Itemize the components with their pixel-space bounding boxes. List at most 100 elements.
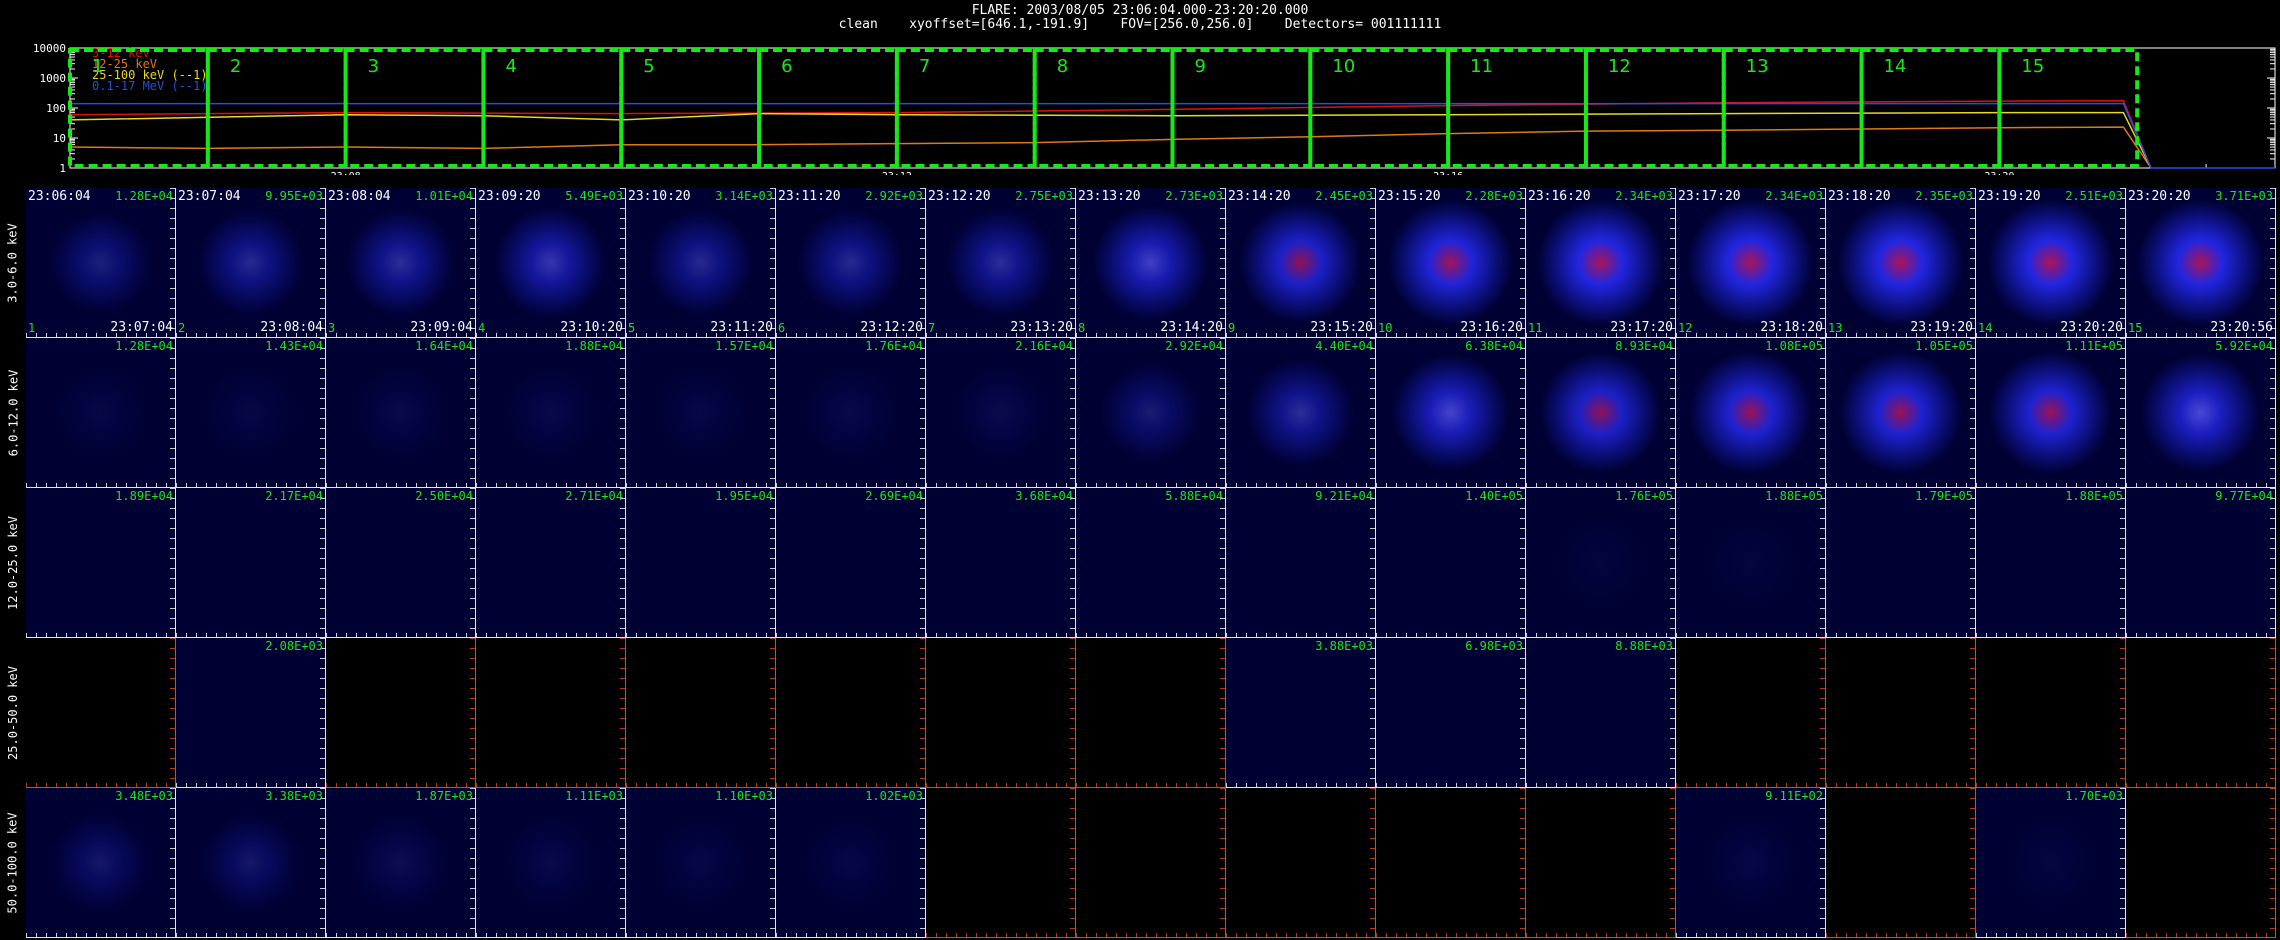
max-value-label: 2.34E+03 (1615, 189, 1673, 203)
empty-image-cell (1226, 788, 1376, 938)
axis-ticks (920, 788, 925, 937)
max-value-label: 2.92E+03 (865, 189, 923, 203)
energy-band-label: 50.0-100.0 keV (0, 788, 26, 938)
max-value-label: 2.69E+04 (865, 489, 923, 503)
axis-ticks (1826, 483, 1975, 487)
interval-number: 9 (1195, 56, 1206, 77)
axis-ticks (1226, 633, 1375, 637)
max-value-label: 1.87E+03 (415, 789, 473, 803)
axis-ticks (1520, 188, 1525, 337)
interval-box (1308, 48, 1451, 168)
interval-number: 15 (2021, 56, 2044, 77)
image-cell: 1.79E+05 (1826, 488, 1976, 638)
source-emission (1226, 338, 1375, 487)
max-value-label: 1.57E+04 (715, 339, 773, 353)
max-value-label: 1.88E+05 (1765, 489, 1823, 503)
source-emission (1076, 188, 1225, 337)
axis-ticks (1976, 783, 2125, 787)
interval-end-time: 23:18:20 (1760, 320, 1823, 335)
source-emission (176, 338, 325, 487)
axis-ticks (2120, 788, 2125, 937)
source-emission (1526, 488, 1675, 637)
image-cell: 1.40E+05 (1376, 488, 1526, 638)
image-cell: 2.16E+04 (926, 338, 1076, 488)
source-emission (1376, 338, 1525, 487)
image-cell: 1.70E+03 (1976, 788, 2126, 938)
interval-box (1446, 48, 1588, 168)
empty-image-cell (1376, 788, 1526, 938)
axis-ticks (770, 488, 775, 637)
axis-ticks (1370, 788, 1375, 937)
source-emission (626, 788, 775, 937)
energy-band-label: 6.0-12.0 keV (0, 338, 26, 488)
max-value-label: 3.88E+03 (1315, 639, 1373, 653)
source-emission (1676, 488, 1825, 637)
axis-ticks (920, 488, 925, 637)
axis-ticks (170, 638, 175, 787)
interval-start-time: 23:07:04 (178, 189, 241, 204)
max-value-label: 2.51E+03 (2065, 189, 2123, 203)
source-emission (2126, 338, 2275, 487)
interval-start-time: 23:16:20 (1528, 189, 1591, 204)
interval-start-time: 23:15:20 (1378, 189, 1441, 204)
axis-ticks (1376, 933, 1525, 937)
interval-index: 8 (1078, 321, 1086, 335)
axis-ticks (470, 338, 475, 487)
axis-ticks (1520, 338, 1525, 487)
axis-ticks (2120, 188, 2125, 337)
axis-ticks (470, 638, 475, 787)
axis-ticks (1370, 338, 1375, 487)
axis-ticks (2270, 638, 2275, 787)
interval-start-time: 23:12:20 (928, 189, 991, 204)
interval-end-time: 23:08:04 (260, 320, 323, 335)
image-cell: 5.92E+04 (2126, 338, 2276, 488)
max-value-label: 8.88E+03 (1615, 639, 1673, 653)
max-value-label: 1.88E+04 (565, 339, 623, 353)
empty-image-cell (626, 638, 776, 788)
x-tick-label: 23:16 (1433, 171, 1463, 175)
empty-image-cell (26, 638, 176, 788)
axis-ticks (1226, 783, 1375, 787)
image-cell: 2.50E+04 (326, 488, 476, 638)
axis-ticks (1826, 783, 1975, 787)
max-value-label: 1.79E+05 (1915, 489, 1973, 503)
source-emission (926, 188, 1075, 337)
axis-ticks (926, 783, 1075, 787)
axis-ticks (320, 188, 325, 337)
max-value-label: 2.28E+03 (1465, 189, 1523, 203)
interval-end-time: 23:14:20 (1160, 320, 1223, 335)
source-emission (776, 338, 925, 487)
image-cell: 3.68E+04 (926, 488, 1076, 638)
source-emission (626, 338, 775, 487)
axis-ticks (320, 338, 325, 487)
axis-ticks (620, 338, 625, 487)
interval-start-time: 23:06:04 (28, 189, 91, 204)
x-tick-label: 23:08 (331, 171, 361, 175)
interval-start-time: 23:11:20 (778, 189, 841, 204)
axis-ticks (1376, 483, 1525, 487)
max-value-label: 1.88E+05 (2065, 489, 2123, 503)
empty-image-cell (476, 638, 626, 788)
max-value-label: 1.01E+04 (415, 189, 473, 203)
axis-ticks (1076, 783, 1225, 787)
max-value-label: 1.89E+04 (115, 489, 173, 503)
max-value-label: 1.40E+05 (1465, 489, 1523, 503)
image-cell: 3.71E+03 23:20:20 23:20:56 15 (2126, 188, 2276, 338)
max-value-label: 1.28E+04 (115, 339, 173, 353)
axis-ticks (170, 338, 175, 487)
axis-ticks (1376, 783, 1525, 787)
axis-ticks (1970, 338, 1975, 487)
axis-ticks (1976, 933, 2125, 937)
interval-index: 11 (1528, 321, 1543, 335)
image-cell: 1.95E+04 (626, 488, 776, 638)
max-value-label: 1.76E+04 (865, 339, 923, 353)
y-tick-label: 100 (46, 102, 66, 115)
axis-ticks (26, 633, 175, 637)
max-value-label: 1.95E+04 (715, 489, 773, 503)
y-tick-label: 1000 (40, 72, 67, 85)
axis-ticks (626, 633, 775, 637)
image-cell: 9.21E+04 (1226, 488, 1376, 638)
axis-ticks (470, 788, 475, 937)
axis-ticks (1670, 638, 1675, 787)
interval-number: 11 (1470, 56, 1493, 77)
